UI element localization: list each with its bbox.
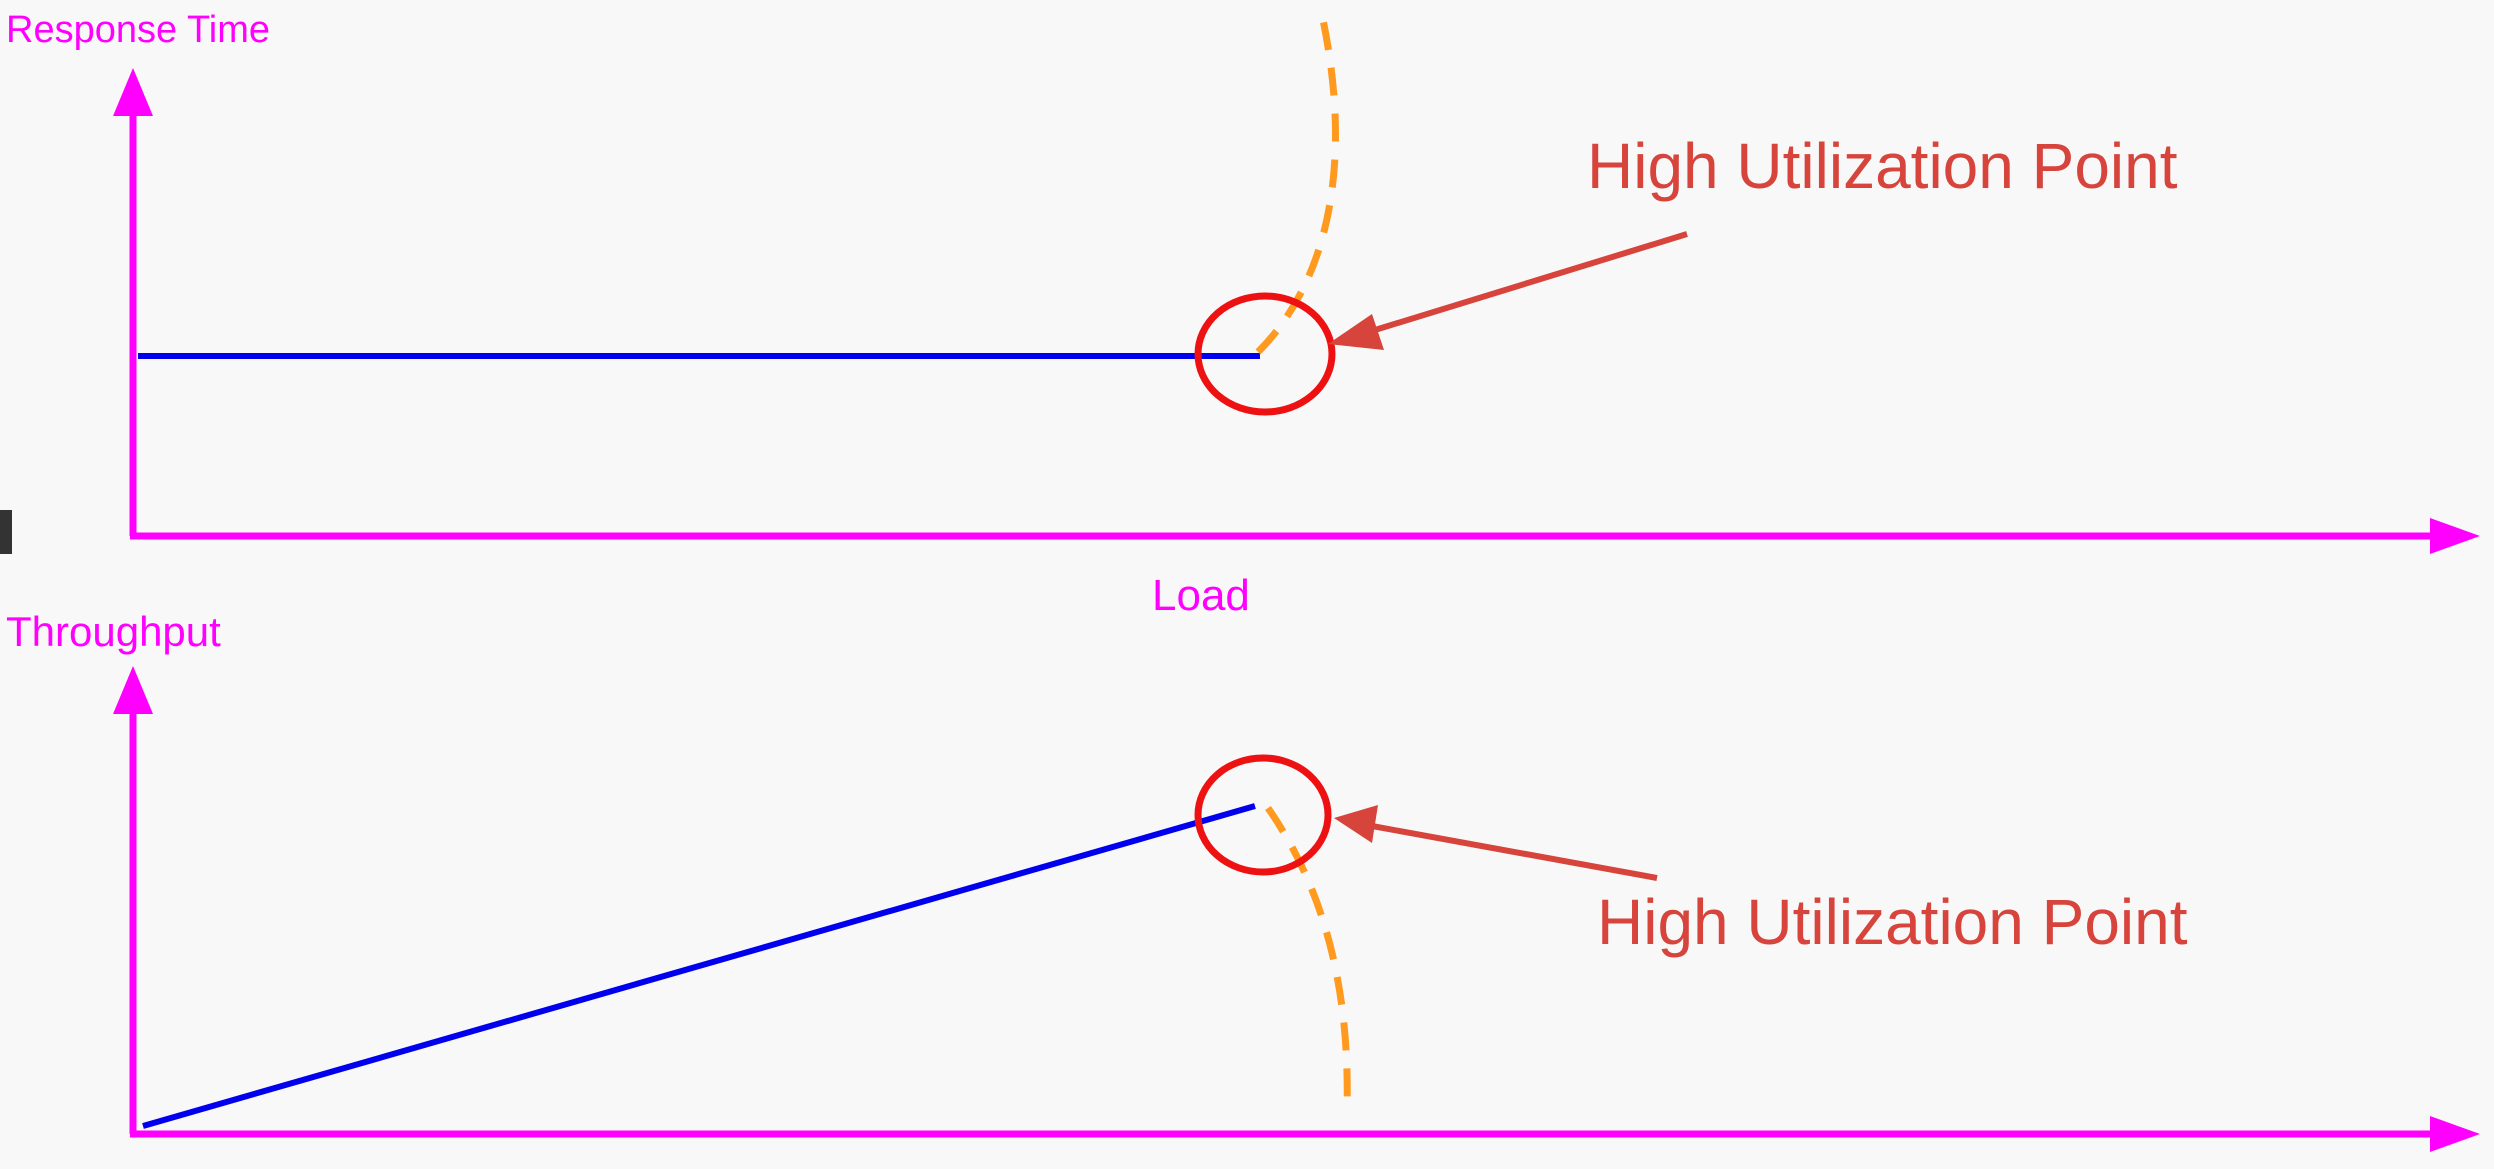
utilization-diagram: Response Time High Utilization Point Loa… bbox=[6, 9, 2480, 1152]
x-axis-label-load: Load bbox=[1152, 571, 1250, 620]
callout-arrowhead-top bbox=[1328, 314, 1384, 350]
response-time-chart: Response Time High Utilization Point bbox=[6, 9, 2480, 554]
y-axis-label-throughput: Throughput bbox=[6, 608, 221, 655]
callout-arrow-bottom bbox=[1371, 823, 1658, 881]
y-axis-arrowhead-bottom bbox=[113, 666, 153, 714]
callout-arrow-top bbox=[1361, 231, 1688, 337]
y-axis-label-response-time: Response Time bbox=[6, 9, 270, 51]
x-axis-arrowhead-top bbox=[2430, 518, 2480, 554]
callout-arrowhead-bottom bbox=[1334, 805, 1378, 843]
throughput-chart: Throughput High Utilization Point bbox=[6, 608, 2480, 1152]
y-axis-arrowhead-top bbox=[113, 68, 153, 116]
callout-label-bottom: High Utilization Point bbox=[1597, 886, 2188, 958]
callout-label-top: High Utilization Point bbox=[1587, 130, 2178, 202]
x-axis-arrowhead-bottom bbox=[2430, 1116, 2480, 1152]
throughput-rising-line bbox=[142, 803, 1256, 1129]
